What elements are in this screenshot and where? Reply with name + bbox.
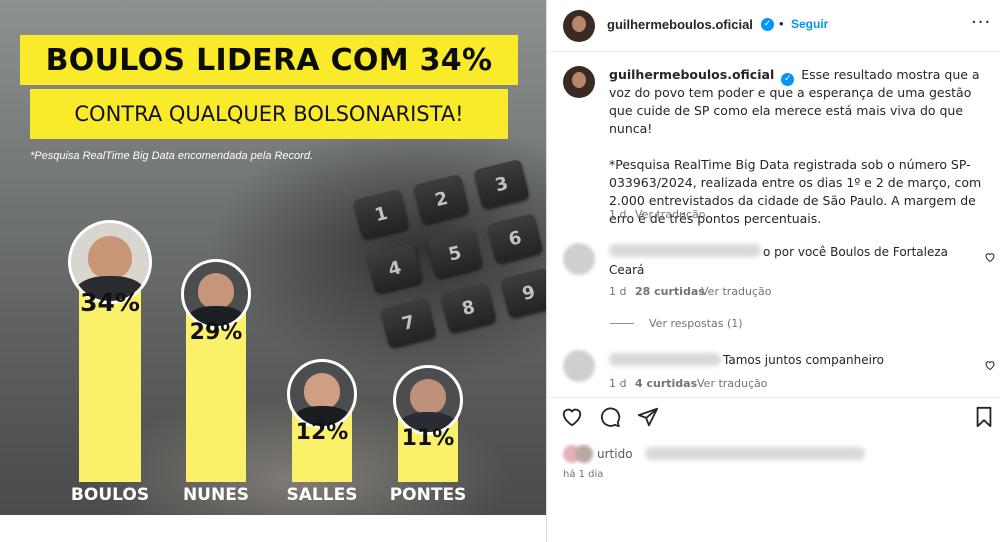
share-icon[interactable]	[637, 406, 659, 428]
keypad-key: 8	[440, 282, 497, 333]
candidate-photo	[181, 259, 251, 330]
liker-avatar[interactable]	[575, 445, 593, 463]
comment-1-text: o por você Boulos de Fortaleza	[763, 245, 949, 259]
candidate-name: BOULOS	[70, 485, 150, 505]
bookmark-icon[interactable]	[973, 406, 995, 428]
view-replies-button[interactable]: Ver respostas (1)	[649, 317, 743, 330]
comment-1-translate-link[interactable]: Ver tradução	[701, 285, 772, 298]
candidate-photo	[287, 359, 357, 430]
author-avatar[interactable]	[563, 10, 595, 42]
comment-1-heart-icon[interactable]	[984, 251, 996, 263]
comment-2-translate-link[interactable]: Ver tradução	[697, 377, 768, 390]
post-subheadline: CONTRA QUALQUER BOLSONARISTA!	[74, 102, 464, 126]
candidate-photo	[393, 365, 463, 436]
headline-banner: BOULOS LIDERA COM 34%	[20, 35, 518, 85]
likes-summary-text[interactable]: urtido	[597, 447, 633, 461]
caption-time: 1 d	[609, 208, 627, 221]
caption-author-avatar[interactable]	[563, 66, 595, 98]
comment-2-likes[interactable]: 4 curtidas	[635, 377, 697, 390]
follow-button[interactable]: Seguir	[791, 17, 828, 31]
comment-2-redacted-username	[609, 353, 721, 366]
post-header: guilhermeboulos.oficial ✓ • Seguir ···	[547, 0, 1000, 52]
comment-2-heart-icon[interactable]	[984, 359, 996, 371]
keypad-key: 4	[366, 243, 423, 294]
post-sidebar: guilhermeboulos.oficial ✓ • Seguir ··· g…	[546, 0, 1000, 542]
keypad-key: 9	[500, 267, 546, 318]
candidate-percent: 29%	[189, 320, 243, 346]
candidate-percent: 11%	[401, 426, 455, 452]
comment-1-text-line2: Ceará	[609, 263, 645, 277]
author-username[interactable]: guilhermeboulos.oficial	[607, 17, 753, 32]
keypad-key: 2	[413, 173, 470, 225]
posted-time: há 1 dia	[563, 469, 604, 480]
verified-badge-icon: ✓	[761, 18, 774, 31]
candidate-percent: 34%	[80, 288, 140, 317]
heart-icon[interactable]	[561, 406, 583, 428]
comment-1-likes[interactable]: 28 curtidas	[635, 285, 705, 298]
comment-2-avatar[interactable]	[563, 350, 595, 382]
comment-2-text: Tamos juntos companheiro	[723, 353, 884, 367]
candidate-name: PONTES	[389, 485, 467, 505]
comment-1-redacted-username	[609, 244, 761, 257]
subheadline-banner: CONTRA QUALQUER BOLSONARISTA!	[30, 89, 508, 139]
replies-divider	[610, 323, 634, 324]
post-action-bar	[547, 397, 1000, 433]
keypad-key: 1	[353, 188, 410, 240]
poll-source-note: *Pesquisa RealTime Big Data encomendada …	[30, 150, 314, 162]
keypad-key: 3	[473, 158, 530, 210]
keypad-key: 6	[486, 213, 544, 264]
comment-icon[interactable]	[599, 406, 621, 428]
keypad-key: 5	[426, 228, 484, 279]
comment-2-time: 1 d	[609, 377, 627, 390]
caption-username[interactable]: guilhermeboulos.oficial	[609, 67, 774, 82]
more-horizontal-icon[interactable]: ···	[971, 12, 991, 33]
post-caption: guilhermeboulos.oficial ✓ Esse resultado…	[609, 66, 989, 228]
post-image[interactable]: 123456789 BOULOS LIDERA COM 34% CONTRA Q…	[0, 0, 546, 515]
comment-1-time: 1 d	[609, 285, 627, 298]
candidate-name: NUNES	[182, 485, 250, 505]
post-headline: BOULOS LIDERA COM 34%	[45, 42, 493, 78]
keypad-key: 7	[380, 297, 437, 348]
candidate-name: SALLES	[286, 485, 358, 505]
comment-1-avatar[interactable]	[563, 243, 595, 275]
caption-translate-link[interactable]: Ver tradução	[635, 208, 706, 221]
likes-summary-redacted	[645, 447, 865, 460]
header-separator: •	[779, 16, 784, 31]
candidate-percent: 12%	[295, 420, 349, 446]
